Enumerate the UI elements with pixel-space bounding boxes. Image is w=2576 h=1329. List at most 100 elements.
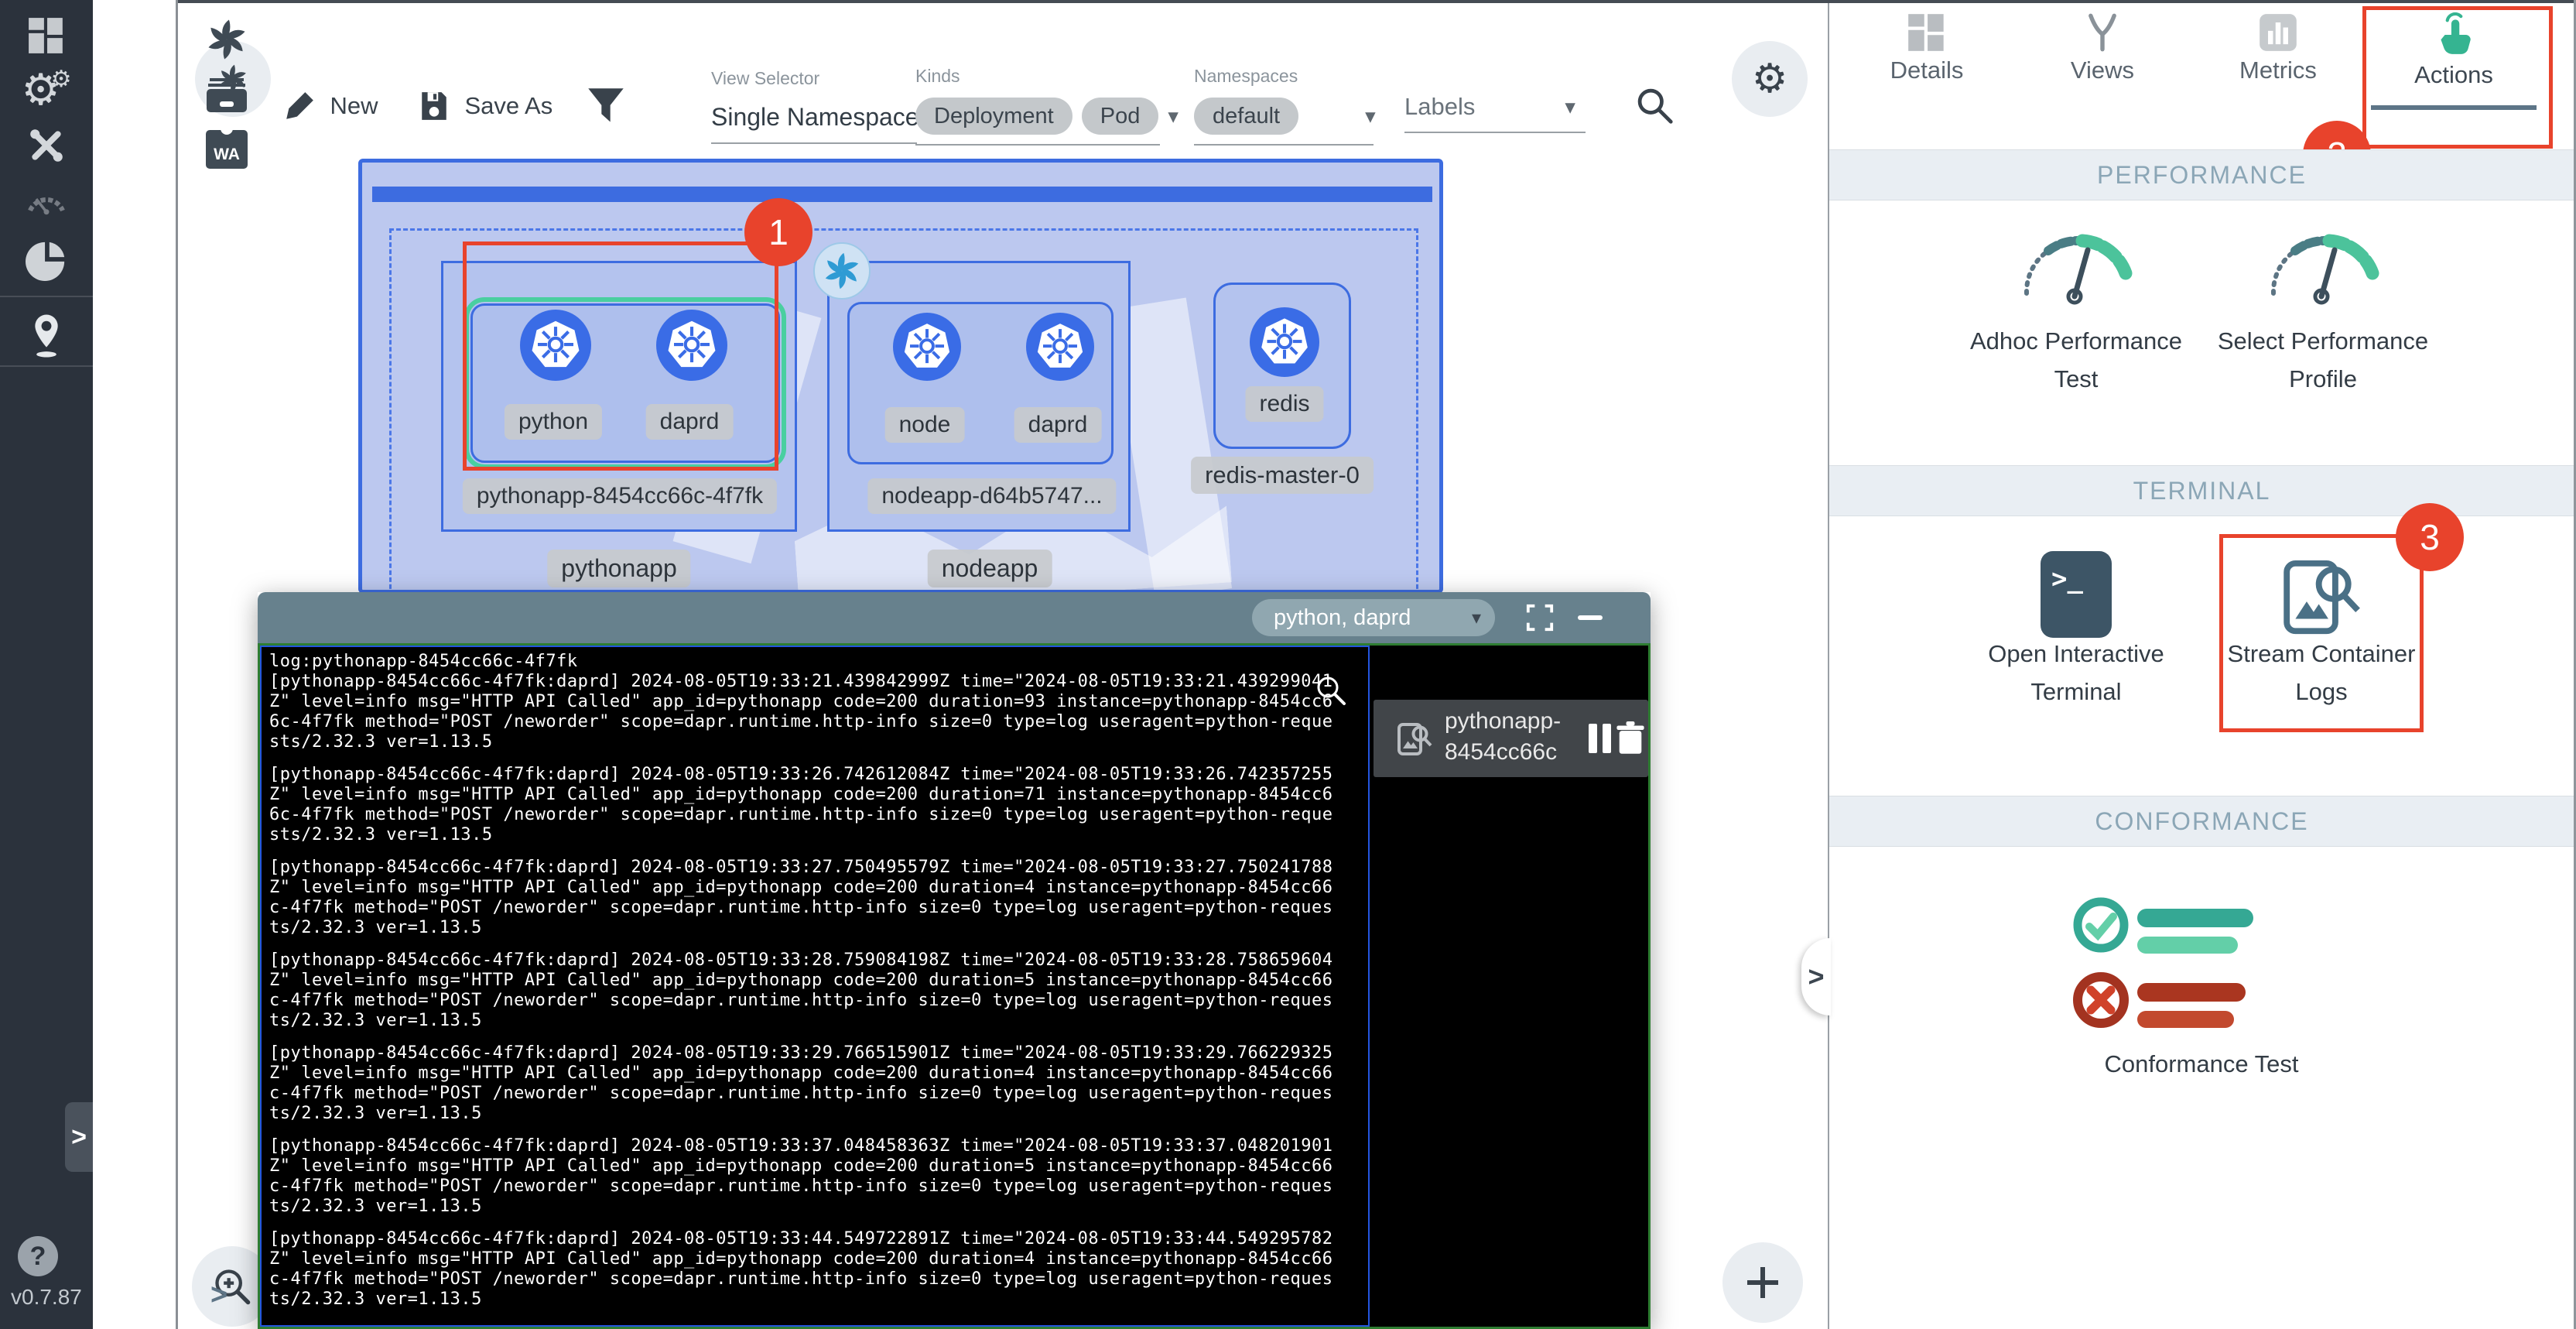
- search-icon: [1634, 85, 1675, 125]
- sidebar-expand-handle[interactable]: >: [65, 1102, 93, 1172]
- location-pin-icon: [29, 313, 63, 359]
- pod-label: pythonapp-8454cc66c-4f7fk: [463, 478, 777, 514]
- kind-chip-pod[interactable]: Pod: [1082, 98, 1159, 135]
- details-grid-icon: [1907, 12, 1947, 53]
- adhoc-performance-test-button[interactable]: [2010, 228, 2142, 306]
- terminal-fullscreen-button[interactable]: [1525, 603, 1555, 636]
- log-line: [269, 752, 1363, 765]
- kind-chip-deployment[interactable]: Deployment: [915, 98, 1072, 135]
- log-line: Z" level=info msg="HTTP API Called" app_…: [269, 1249, 1363, 1269]
- adhoc-performance-test-label-line2: Test: [2054, 360, 2099, 398]
- left-sidebar: ⚙ ⚙: [0, 0, 93, 1329]
- tab-details[interactable]: Details: [1853, 12, 2000, 113]
- log-line: c-4f7fk method="POST /neworder" scope=da…: [269, 991, 1363, 1011]
- section-header-conformance: CONFORMANCE: [1829, 796, 2574, 847]
- stream-pod-name-line1: pythonapp-: [1445, 706, 1561, 737]
- dapr-sidecar-badge: [813, 242, 871, 300]
- pie-chart-icon: [26, 239, 67, 281]
- chevron-right-icon: >: [210, 1279, 227, 1311]
- help-button[interactable]: ?: [18, 1236, 58, 1276]
- log-stream-sidebar: pythonapp- 8454cc66c: [1370, 646, 1648, 1327]
- rail-item-archive[interactable]: [203, 71, 251, 119]
- log-line: c-4f7fk method="POST /neworder" scope=da…: [269, 1084, 1363, 1104]
- kinds-select[interactable]: Kinds Deployment Pod ▾: [915, 66, 1179, 146]
- chevron-right-icon: >: [71, 1122, 87, 1153]
- terminal-header[interactable]: python, daprd ▾: [258, 592, 1651, 643]
- log-pane[interactable]: log:pythonapp-8454cc66c-4f7fk[pythonapp-…: [260, 646, 1370, 1327]
- container-redis[interactable]: [1250, 307, 1319, 377]
- dapr-spinner-icon: [204, 17, 249, 62]
- sidebar-item-tools[interactable]: [19, 118, 74, 173]
- section-header-terminal: TERMINAL: [1829, 465, 2574, 516]
- pod-label: redis-master-0: [1191, 457, 1374, 494]
- deployment-label: nodeapp: [928, 550, 1052, 587]
- component-rail: WA >: [93, 0, 178, 1329]
- view-selector-value: Single Namespace: [711, 103, 919, 131]
- rail-item-webassembly[interactable]: WA: [203, 125, 251, 173]
- open-interactive-terminal-label-line2: Terminal: [2030, 673, 2121, 711]
- container-label: daprd: [1014, 407, 1102, 443]
- tab-metrics[interactable]: Metrics: [2205, 12, 2352, 113]
- sidebar-item-locations[interactable]: [19, 308, 74, 364]
- wa-notch: [221, 125, 233, 135]
- filter-funnel-icon: [587, 87, 625, 125]
- chevron-down-icon: ▾: [1365, 104, 1376, 128]
- container-node[interactable]: [893, 313, 961, 381]
- archive-box-icon: [205, 77, 248, 113]
- sidebar-item-performance[interactable]: [19, 172, 74, 228]
- app-window: New Save As View Selector Single Namespa…: [0, 0, 2576, 1329]
- rail-item-dapr[interactable]: [203, 15, 251, 63]
- tab-views[interactable]: Views: [2029, 12, 2176, 113]
- right-panel: [1828, 3, 2576, 1329]
- delete-stream-button[interactable]: [1615, 721, 1646, 759]
- settings-button[interactable]: ⚙: [1732, 41, 1808, 117]
- pod-redis[interactable]: redis: [1213, 283, 1351, 449]
- panel-collapse-handle[interactable]: >: [1801, 938, 1831, 1016]
- tools-icon: [26, 125, 67, 166]
- chevron-down-icon: ▾: [1565, 95, 1575, 119]
- gauge-icon: [25, 183, 68, 217]
- container-label: redis: [1245, 386, 1323, 422]
- kubernetes-icon: [1250, 307, 1319, 377]
- deployment-label: pythonapp: [547, 550, 690, 587]
- pause-stream-button[interactable]: [1589, 724, 1612, 753]
- select-performance-profile-button[interactable]: [2257, 228, 2389, 306]
- log-line: Z" level=info msg="HTTP API Called" app_…: [269, 878, 1363, 898]
- sidebar-item-dashboard[interactable]: [19, 8, 74, 63]
- open-interactive-terminal-button[interactable]: >_: [2041, 551, 2112, 638]
- rail-expand-handle[interactable]: >: [210, 1279, 227, 1312]
- log-line: [pythonapp-8454cc66c-4f7fk:daprd] 2024-0…: [269, 672, 1363, 692]
- log-line: c-4f7fk method="POST /neworder" scope=da…: [269, 1177, 1363, 1197]
- conformance-test-button[interactable]: [2043, 890, 2298, 1041]
- deployment-group-nodeapp[interactable]: node daprd nodeapp-d64b5747...: [827, 261, 1131, 532]
- pencil-icon: [283, 90, 316, 122]
- pause-icon: [1589, 724, 1597, 753]
- namespace-chip-default[interactable]: default: [1194, 98, 1298, 135]
- log-line: ts/2.32.3 ver=1.13.5: [269, 1104, 1363, 1124]
- container-daprd[interactable]: [1026, 313, 1094, 381]
- gear-icon: ⚙: [1752, 56, 1788, 102]
- log-line: ts/2.32.3 ver=1.13.5: [269, 1197, 1363, 1217]
- log-stream-card[interactable]: pythonapp- 8454cc66c: [1374, 700, 1648, 777]
- magnifier-overlay-icon: [1314, 673, 1348, 711]
- log-line: [269, 938, 1363, 951]
- save-as-button[interactable]: Save As: [418, 90, 552, 122]
- search-button[interactable]: [1634, 85, 1675, 129]
- dapr-icon: [819, 248, 864, 293]
- log-line: [pythonapp-8454cc66c-4f7fk:daprd] 2024-0…: [269, 858, 1363, 878]
- annotation-badge-1: 1: [744, 198, 812, 266]
- sidebar-item-reports[interactable]: [19, 232, 74, 288]
- sidebar-item-settings[interactable]: ⚙ ⚙: [19, 62, 74, 118]
- container-select-dropdown[interactable]: python, daprd ▾: [1252, 599, 1495, 636]
- new-view-button[interactable]: New: [283, 90, 378, 122]
- add-button[interactable]: [1722, 1242, 1803, 1323]
- namespaces-select[interactable]: Namespaces default ▾: [1194, 66, 1376, 146]
- labels-select[interactable]: Labels ▾: [1404, 93, 1586, 133]
- terminal-minimize-button[interactable]: [1578, 615, 1603, 620]
- namespace-header-bar: [372, 187, 1432, 202]
- terminal-window[interactable]: python, daprd ▾ log:pythonapp-8454cc66c-…: [258, 592, 1651, 1329]
- filter-button[interactable]: [587, 87, 625, 129]
- small-gear-icon: ⚙: [51, 66, 72, 93]
- tab-label: Metrics: [2205, 57, 2352, 84]
- log-line: sts/2.32.3 ver=1.13.5: [269, 825, 1363, 845]
